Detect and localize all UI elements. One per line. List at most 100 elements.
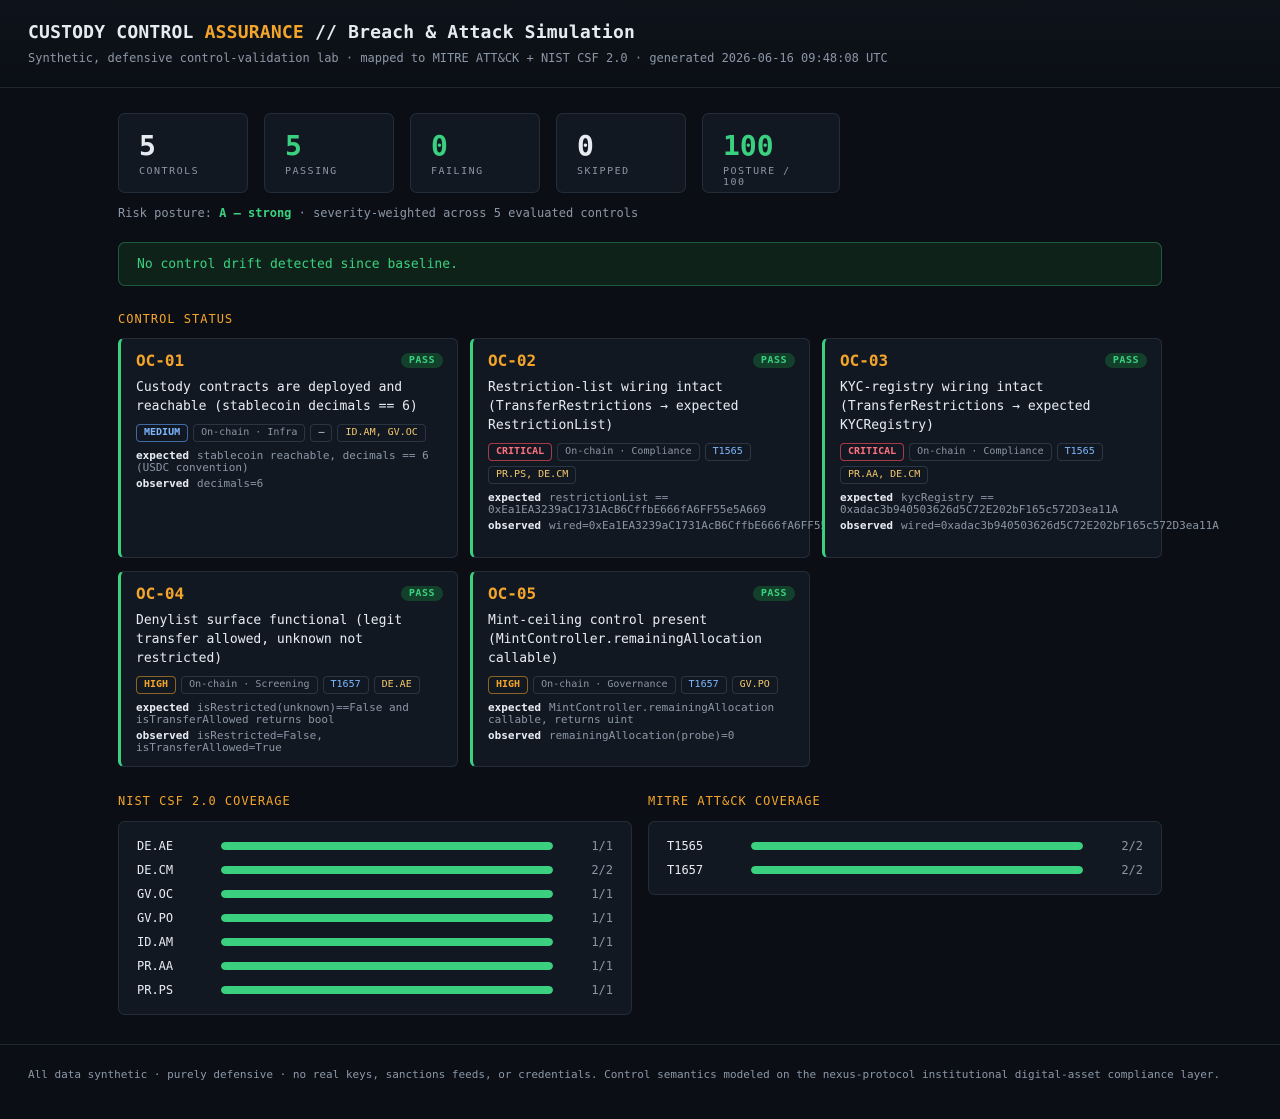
coverage-label: PR.AA: [137, 959, 174, 973]
coverage-value: 2/2: [1121, 839, 1143, 853]
severity-tag: HIGH: [136, 676, 177, 694]
tag-list: MEDIUM On-chain · Infra — ID.AM, GV.OC: [136, 424, 443, 442]
expected-row: expected isRestricted(unknown)==False and…: [136, 702, 443, 726]
stat-passing: 5 PASSING: [264, 113, 394, 193]
coverage-bar-fill: [221, 842, 553, 850]
stat-label: CONTROLS: [139, 166, 200, 177]
drift-message: No control drift detected since baseline…: [137, 257, 458, 272]
tag-list: HIGH On-chain · Governance T1657 GV.PO: [488, 676, 795, 694]
expected-row: expected kycRegistry == 0xadac3b940503626…: [840, 492, 1147, 516]
coverage-bar-track: [751, 842, 1083, 850]
coverage-label: ID.AM: [137, 935, 174, 949]
coverage-row: GV.PO 1/1: [137, 906, 613, 930]
page-header: CUSTODY CONTROL ASSURANCE // Breach & At…: [0, 0, 1280, 88]
main-content: 5 CONTROLS 5 PASSING 0 FAILING 0 SKIPPED…: [118, 113, 1219, 1034]
coverage-bar-track: [751, 866, 1083, 874]
control-id: OC-05: [488, 584, 537, 603]
observed-label: observed: [488, 729, 541, 742]
mitre-coverage-box: T1565 2/2 T1657 2/2: [648, 821, 1162, 895]
nist-coverage-box: DE.AE 1/1 DE.CM 2/2 GV.OC 1/1 GV.PO 1/1 ID.AM 1/1…: [118, 821, 632, 1015]
coverage-bar-fill: [221, 890, 553, 898]
coverage-bar-fill: [221, 866, 553, 874]
coverage-label: PR.PS: [137, 983, 174, 997]
control-card-oc-05[interactable]: OC-05 PASS Mint-ceiling control present …: [470, 571, 810, 767]
control-card-oc-01[interactable]: OC-01 PASS Custody contracts are deploye…: [118, 338, 458, 558]
nist-coverage-heading: NIST CSF 2.0 COVERAGE: [118, 794, 291, 808]
control-title: Denylist surface functional (legit trans…: [136, 613, 403, 666]
technique-tag: T1657: [322, 676, 369, 694]
observed-row: observed isRestricted=False, isTransferAl…: [136, 730, 443, 754]
csf-tag: DE.AE: [373, 676, 420, 694]
page-title: CUSTODY CONTROL ASSURANCE // Breach & At…: [28, 22, 1252, 43]
coverage-bar-track: [221, 938, 553, 946]
csf-tag: GV.PO: [731, 676, 778, 694]
expected-row: expected restrictionList == 0xEa1EA3239aC…: [488, 492, 795, 516]
control-id: OC-01: [136, 351, 185, 370]
coverage-label: T1565: [667, 839, 704, 853]
control-card-oc-04[interactable]: OC-04 PASS Denylist surface functional (…: [118, 571, 458, 767]
coverage-row: DE.AE 1/1: [137, 834, 613, 858]
observed-row: observed decimals=6: [136, 478, 443, 490]
control-cards: OC-01 PASS Custody contracts are deploye…: [118, 338, 1219, 770]
control-id: OC-04: [136, 584, 185, 603]
coverage-bar-fill: [221, 986, 553, 994]
csf-tag: ID.AM, GV.OC: [337, 424, 426, 442]
stat-failing: 0 FAILING: [410, 113, 540, 193]
control-id: OC-03: [840, 351, 889, 370]
coverage-section: NIST CSF 2.0 COVERAGE DE.AE 1/1 DE.CM 2/2 GV…: [118, 794, 1162, 1034]
coverage-bar-track: [221, 842, 553, 850]
expected-row: expected MintController.remainingAllocati…: [488, 702, 795, 726]
stats-row: 5 CONTROLS 5 PASSING 0 FAILING 0 SKIPPED…: [118, 113, 1162, 193]
csf-tag: PR.AA, DE.CM: [840, 466, 929, 484]
coverage-value: 1/1: [591, 911, 613, 925]
coverage-row: T1565 2/2: [667, 834, 1143, 858]
coverage-bar-track: [221, 914, 553, 922]
observed-value: wired=0xadac3b940503626d5C72E202bF165c57…: [900, 519, 1219, 532]
control-title: Custody contracts are deployed and reach…: [136, 380, 418, 414]
drift-banner: No control drift detected since baseline…: [118, 242, 1162, 286]
title-suffix: // Breach & Attack Simulation: [303, 22, 636, 43]
footer-text: All data synthetic · purely defensive · …: [28, 1068, 1221, 1081]
stat-value: 5: [285, 129, 302, 162]
observed-row: observed wired=0xadac3b940503626d5C72E202…: [840, 520, 1219, 532]
technique-tag: T1657: [680, 676, 727, 694]
coverage-row: T1657 2/2: [667, 858, 1143, 882]
control-status-heading: CONTROL STATUS: [118, 312, 234, 326]
stat-controls: 5 CONTROLS: [118, 113, 248, 193]
status-badge: PASS: [752, 353, 795, 368]
severity-tag: MEDIUM: [136, 424, 189, 442]
nist-coverage-panel: NIST CSF 2.0 COVERAGE DE.AE 1/1 DE.CM 2/2 GV…: [118, 794, 632, 1015]
coverage-label: GV.PO: [137, 911, 174, 925]
coverage-row: PR.PS 1/1: [137, 978, 613, 1002]
stat-label: SKIPPED: [577, 166, 630, 177]
coverage-label: T1657: [667, 863, 704, 877]
coverage-value: 2/2: [1121, 863, 1143, 877]
coverage-value: 1/1: [591, 983, 613, 997]
coverage-value: 1/1: [591, 959, 613, 973]
posture-prefix: Risk posture:: [118, 206, 220, 220]
control-card-oc-03[interactable]: OC-03 PASS KYC-registry wiring intact (T…: [822, 338, 1219, 558]
technique-tag: T1565: [1056, 443, 1103, 461]
severity-tag: CRITICAL: [840, 443, 905, 461]
status-badge: PASS: [752, 586, 795, 601]
coverage-row: ID.AM 1/1: [137, 930, 613, 954]
control-title: Restriction-list wiring intact (Transfer…: [488, 380, 739, 433]
stat-label: FAILING: [431, 166, 484, 177]
category-tag: On-chain · Compliance: [909, 443, 1052, 461]
observed-label: observed: [136, 477, 189, 490]
control-id: OC-02: [488, 351, 537, 370]
coverage-row: PR.AA 1/1: [137, 954, 613, 978]
coverage-row: DE.CM 2/2: [137, 858, 613, 882]
title-accent: ASSURANCE: [204, 22, 304, 43]
coverage-label: GV.OC: [137, 887, 174, 901]
expected-row: expected stablecoin reachable, decimals =…: [136, 450, 443, 474]
control-title: Mint-ceiling control present (MintContro…: [488, 613, 762, 666]
coverage-value: 1/1: [591, 887, 613, 901]
coverage-bar-track: [221, 986, 553, 994]
tag-list: CRITICAL On-chain · Compliance T1565 PR.…: [840, 443, 1147, 484]
tag-list: HIGH On-chain · Screening T1657 DE.AE: [136, 676, 443, 694]
control-card-oc-02[interactable]: OC-02 PASS Restriction-list wiring intac…: [470, 338, 867, 558]
coverage-label: DE.CM: [137, 863, 174, 877]
category-tag: On-chain · Infra: [193, 424, 306, 442]
posture-grade: A — strong: [219, 206, 292, 220]
